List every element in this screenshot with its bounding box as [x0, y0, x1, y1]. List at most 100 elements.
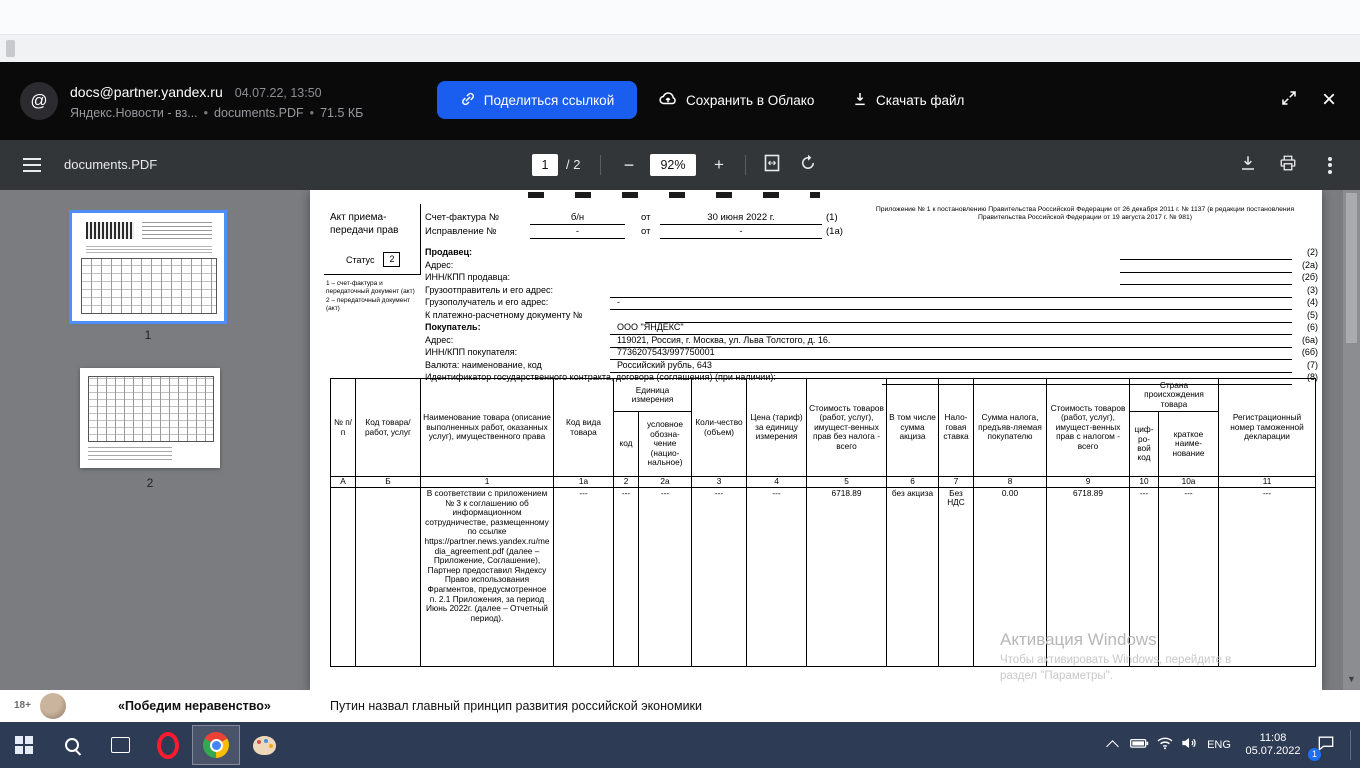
field-row-consignee: Грузополучатель и его адрес: - (4) — [310, 297, 1318, 310]
cell-country-code: --- — [1129, 487, 1159, 667]
field-row-seller-address: Адрес: (2а) — [310, 260, 1318, 273]
col-marker: 10 — [1129, 476, 1159, 488]
mail-datetime: 04.07.22, 13:50 — [234, 86, 322, 100]
cell-code — [355, 487, 421, 667]
language-indicator[interactable]: ENG — [1202, 722, 1236, 768]
browser-chrome-area — [0, 0, 1360, 63]
show-desktop-divider[interactable] — [1350, 730, 1351, 760]
col-marker: 1 — [420, 476, 554, 488]
thumbnail-text-lines — [85, 245, 212, 253]
cloud-upload-icon — [658, 90, 678, 110]
col-header-tax-rate: Нало-говая ставка — [938, 378, 974, 477]
zoom-out-button[interactable]: − — [616, 140, 642, 190]
toolbar-download-button[interactable] — [1236, 153, 1260, 177]
cutoff-top-marks — [528, 192, 820, 198]
field-label: Грузоотправитель и его адрес: — [425, 284, 553, 295]
menu-hamburger-button[interactable] — [20, 153, 44, 177]
field-label: К платежно-расчетному документу № — [425, 309, 583, 320]
field-row-seller-inn: ИНН/КПП продавца: (2б) — [310, 272, 1318, 285]
correction-row: Исправление № - от - (1а) — [310, 226, 1318, 239]
invoice-data-row: В соответствии с приложением № 3 к согла… — [330, 487, 1317, 667]
field-label: Валюта: наименование, код — [425, 359, 542, 370]
cell-unit-code: --- — [613, 487, 639, 667]
scroll-down-arrow[interactable]: ▼ — [1343, 670, 1360, 688]
col-marker: 1а — [553, 476, 614, 488]
page-number-input[interactable]: 1 — [532, 154, 558, 176]
vertical-scrollbar[interactable]: ▼ — [1343, 190, 1360, 690]
speaker-icon — [1179, 733, 1199, 758]
clock-date: 05.07.2022 — [1245, 745, 1301, 757]
watermark-line: раздел "Параметры". — [1000, 670, 1113, 682]
field-label: ИНН/КПП продавца: — [425, 272, 511, 282]
col-marker: А — [330, 476, 356, 488]
col-marker: Б — [355, 476, 421, 488]
link-icon — [460, 91, 476, 110]
field-value: ООО "ЯНДЕКС" — [617, 322, 684, 332]
line-marker: (6) — [1307, 322, 1318, 332]
action-center-button[interactable]: 1 — [1306, 722, 1346, 768]
document-page: Акт приема-передачи прав Счет-фактура № … — [310, 190, 1322, 690]
scrollbar-thumb[interactable] — [1346, 193, 1357, 343]
share-link-button[interactable]: Поделиться ссылкой — [437, 81, 637, 119]
taskbar-chrome-button-active[interactable] — [192, 725, 240, 765]
page-total-label: / 2 — [566, 157, 581, 172]
zoom-in-button[interactable]: + — [706, 140, 732, 190]
taskbar-opera-button[interactable] — [144, 722, 192, 768]
more-options-button[interactable] — [1318, 153, 1342, 177]
pdf-viewer-toolbar: documents.PDF 1 / 2 − 92% + — [0, 140, 1360, 190]
cell-tax-sum: 0.00 — [973, 487, 1047, 667]
task-view-button[interactable] — [96, 722, 144, 768]
expand-icon — [1280, 89, 1298, 112]
col-header-unit-group: Единица измерения — [613, 378, 692, 412]
taskbar-search-button[interactable] — [48, 722, 96, 768]
col-header-name: Наименование товара (описание выполненны… — [420, 378, 554, 477]
browser-seam — [0, 34, 1360, 63]
fit-page-button[interactable] — [760, 153, 784, 177]
field-row-consignor: Грузоотправитель и его адрес: (3) — [310, 285, 1318, 298]
news-ticker-bar: 18+ «Победим неравенство» Путин назвал г… — [0, 690, 1360, 722]
close-button[interactable]: × — [1312, 83, 1346, 117]
taskbar-paint-button[interactable] — [240, 722, 288, 768]
page-thumbnail-2[interactable] — [80, 368, 220, 468]
expand-fullscreen-button[interactable] — [1272, 83, 1306, 117]
rotate-icon — [799, 154, 817, 177]
col-header-cost-no-tax: Стоимость товаров (работ, услуг), имущес… — [806, 378, 887, 477]
toolbar-divider — [600, 155, 601, 175]
page-thumbnail-1[interactable] — [69, 210, 227, 324]
mail-subject: Яндекс.Новости - вз... — [70, 106, 198, 120]
tray-volume[interactable] — [1174, 722, 1204, 768]
col-header-tax-sum: Сумма налога, предъяв-ляемая покупателю — [973, 378, 1047, 477]
col-marker: 9 — [1046, 476, 1130, 488]
toolbar-divider — [745, 155, 746, 175]
start-button[interactable] — [0, 722, 48, 768]
zoom-level-input[interactable]: 92% — [650, 154, 696, 176]
sender-avatar: @ — [20, 82, 58, 120]
print-button[interactable] — [1276, 153, 1300, 177]
line-marker: (3) — [1307, 284, 1318, 295]
attachment-file-size: 71.5 КБ — [320, 106, 364, 120]
from-label: от — [641, 212, 651, 223]
news-avatar[interactable] — [40, 693, 66, 719]
col-marker: 4 — [746, 476, 807, 488]
search-icon — [65, 738, 79, 752]
invoice-date: 30 июня 2022 г. — [660, 212, 822, 225]
save-to-cloud-button[interactable]: Сохранить в Облако — [658, 81, 814, 119]
download-file-button[interactable]: Скачать файл — [852, 81, 964, 119]
field-value: - — [617, 297, 620, 307]
news-story-title[interactable]: «Победим неравенство» — [118, 690, 271, 722]
wifi-icon — [1155, 733, 1175, 758]
field-row-payment-doc: К платежно-расчетному документу № (5) — [310, 310, 1318, 323]
col-header-country-code: циф-ро-вой код — [1129, 411, 1159, 477]
thumbnail-1-label: 1 — [144, 328, 152, 342]
thumbnail-text-lines — [88, 446, 173, 460]
thumbnail-barcode-block — [85, 221, 135, 239]
news-headline[interactable]: Путин назвал главный принцип развития ро… — [330, 690, 702, 722]
bullet-separator: • — [203, 106, 209, 120]
rotate-button[interactable] — [796, 153, 820, 177]
fit-page-icon — [763, 154, 781, 177]
cell-unit-symbol: --- — [638, 487, 692, 667]
taskbar-clock[interactable]: 11:08 05.07.2022 — [1240, 722, 1306, 768]
field-row-seller: Продавец: (2) — [310, 247, 1318, 260]
field-label: ИНН/КПП покупателя: — [425, 347, 518, 357]
correction-label: Исправление № — [425, 226, 497, 237]
